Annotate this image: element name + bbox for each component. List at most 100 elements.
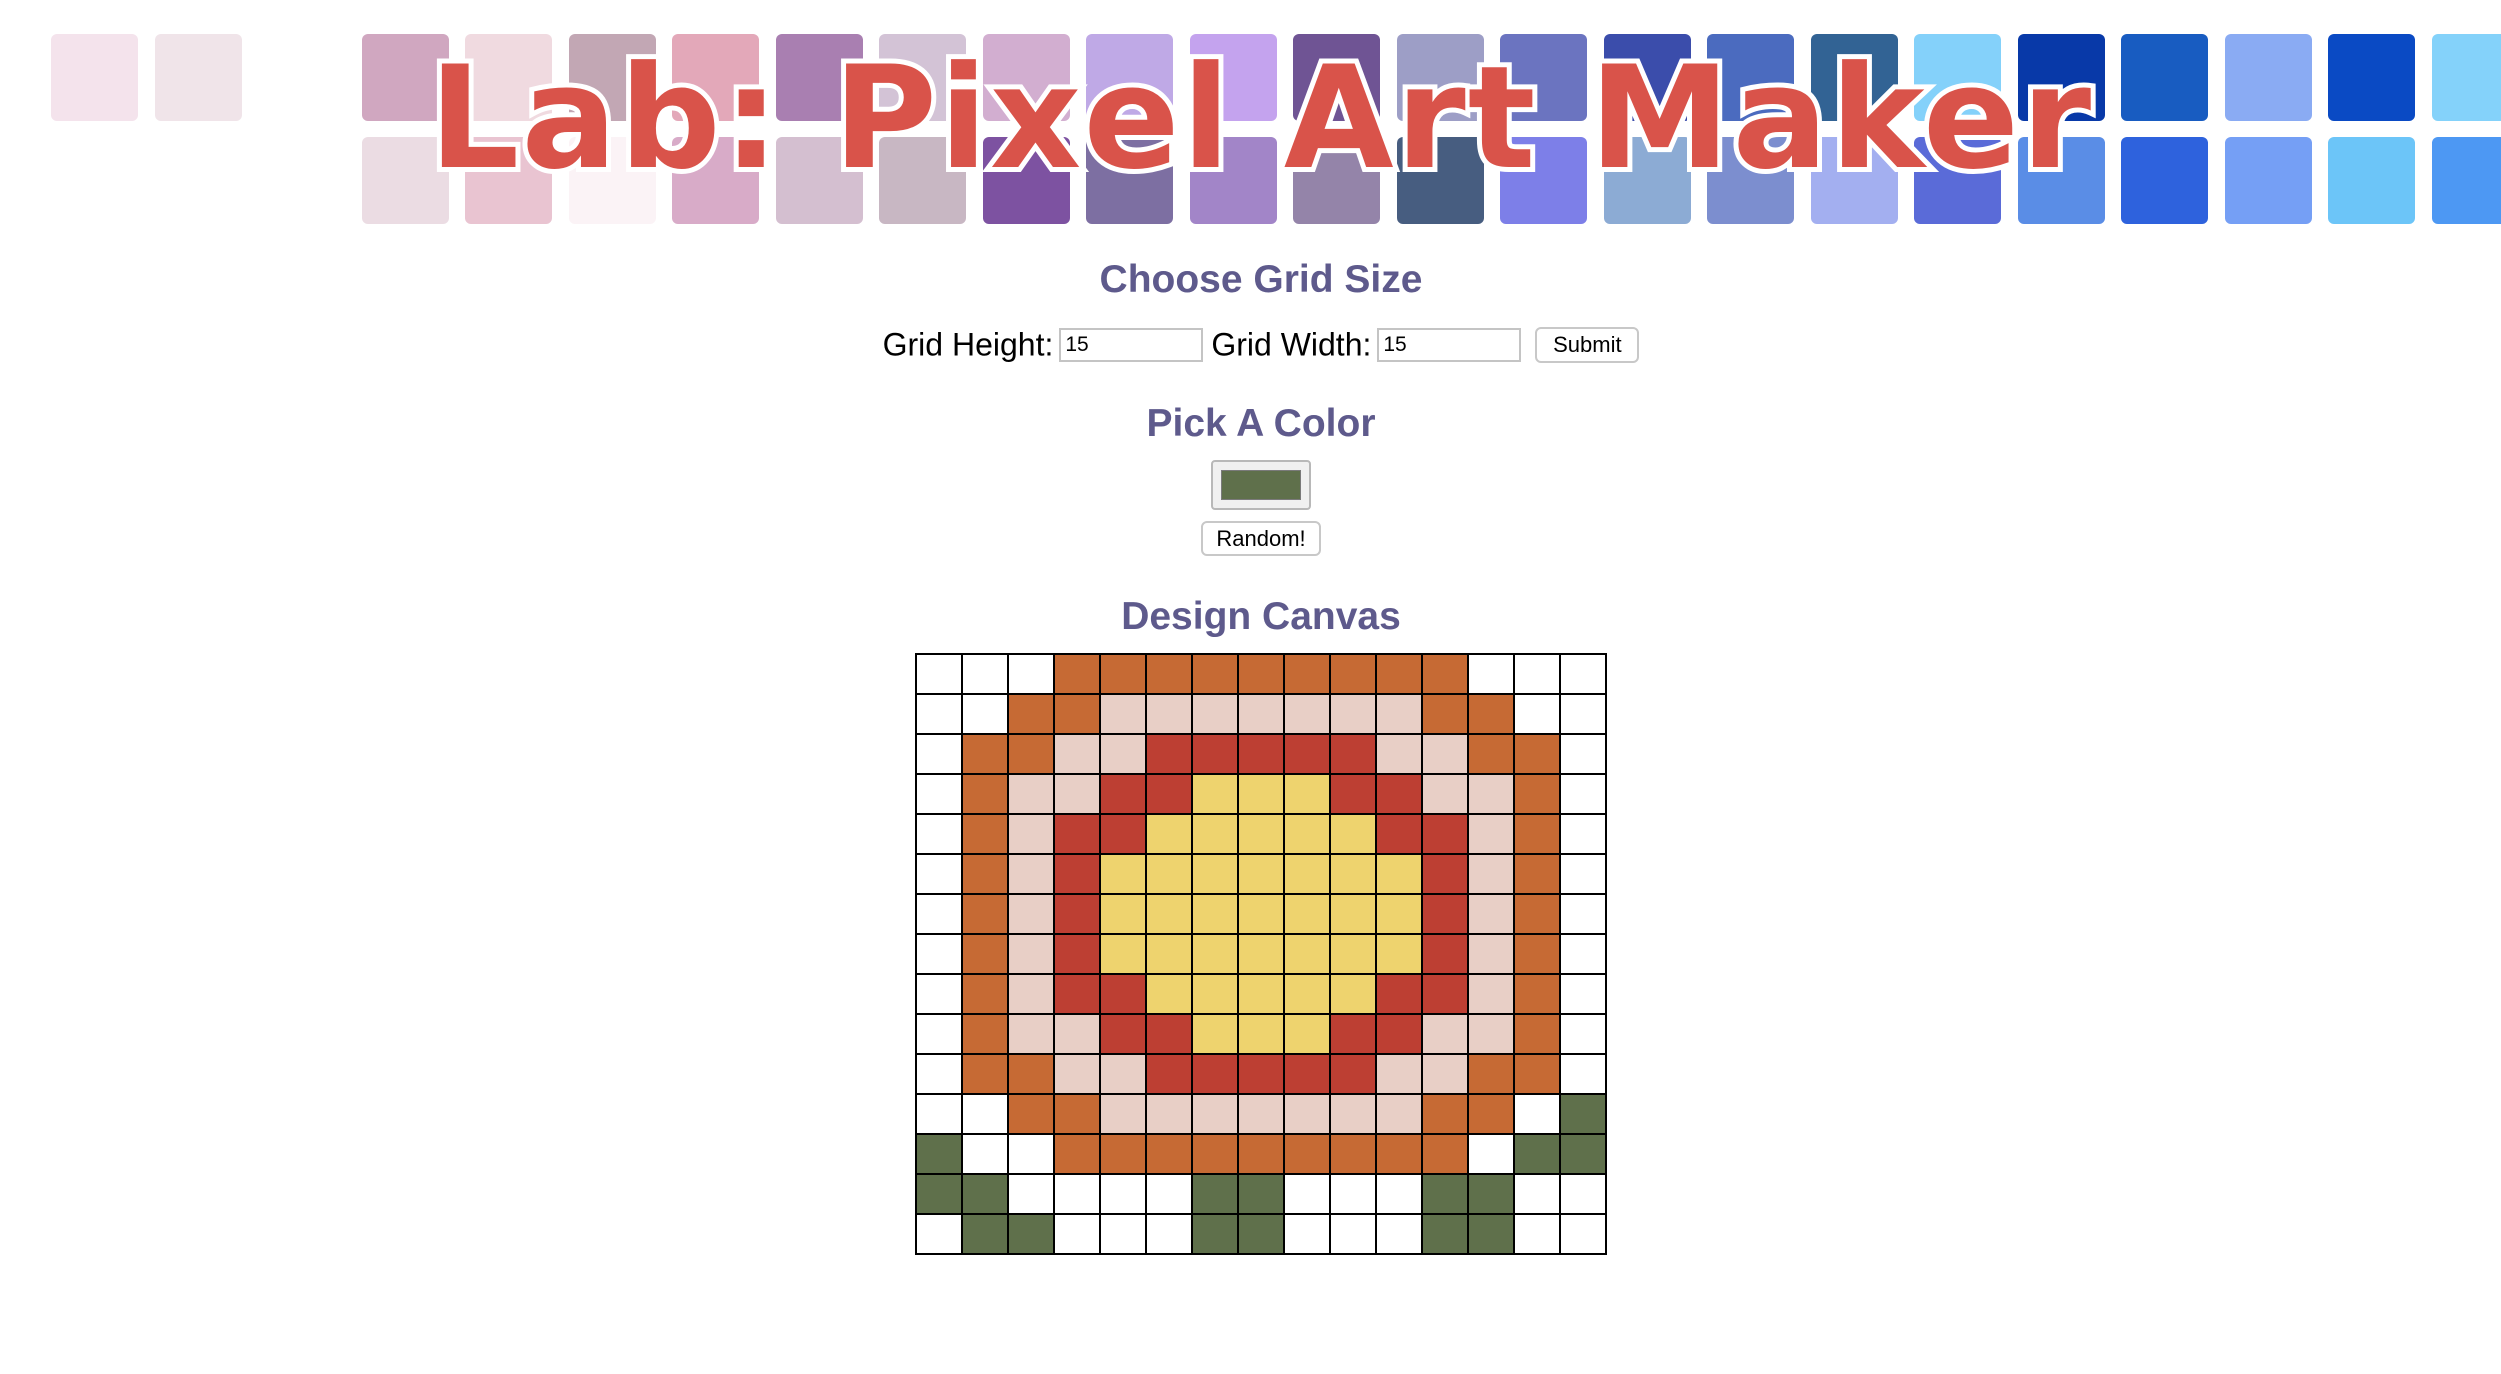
canvas-cell[interactable] xyxy=(1283,1093,1331,1135)
canvas-cell[interactable] xyxy=(1329,1213,1377,1255)
canvas-cell[interactable] xyxy=(1329,813,1377,855)
canvas-cell[interactable] xyxy=(1053,893,1101,935)
canvas-cell[interactable] xyxy=(1329,933,1377,975)
canvas-cell[interactable] xyxy=(1559,1053,1607,1095)
canvas-cell[interactable] xyxy=(1099,1213,1147,1255)
canvas-cell[interactable] xyxy=(915,853,963,895)
canvas-cell[interactable] xyxy=(915,1053,963,1095)
canvas-cell[interactable] xyxy=(1007,853,1055,895)
canvas-cell[interactable] xyxy=(1053,973,1101,1015)
canvas-cell[interactable] xyxy=(961,933,1009,975)
canvas-cell[interactable] xyxy=(1191,933,1239,975)
canvas-cell[interactable] xyxy=(1421,893,1469,935)
canvas-cell[interactable] xyxy=(961,1213,1009,1255)
canvas-cell[interactable] xyxy=(1467,773,1515,815)
canvas-cell[interactable] xyxy=(1375,1213,1423,1255)
canvas-cell[interactable] xyxy=(1145,1173,1193,1215)
canvas-cell[interactable] xyxy=(1421,1133,1469,1175)
canvas-cell[interactable] xyxy=(1145,1133,1193,1175)
canvas-cell[interactable] xyxy=(915,933,963,975)
canvas-cell[interactable] xyxy=(961,973,1009,1015)
canvas-cell[interactable] xyxy=(1559,733,1607,775)
canvas-cell[interactable] xyxy=(1053,1093,1101,1135)
canvas-cell[interactable] xyxy=(915,1093,963,1135)
canvas-cell[interactable] xyxy=(1237,893,1285,935)
canvas-cell[interactable] xyxy=(1513,1093,1561,1135)
canvas-cell[interactable] xyxy=(961,1173,1009,1215)
canvas-cell[interactable] xyxy=(1467,1093,1515,1135)
canvas-cell[interactable] xyxy=(1191,853,1239,895)
canvas-cell[interactable] xyxy=(1007,1173,1055,1215)
canvas-cell[interactable] xyxy=(1053,1133,1101,1175)
canvas-cell[interactable] xyxy=(1191,733,1239,775)
canvas-cell[interactable] xyxy=(1099,813,1147,855)
canvas-cell[interactable] xyxy=(1283,893,1331,935)
canvas-cell[interactable] xyxy=(1513,1173,1561,1215)
canvas-cell[interactable] xyxy=(1053,653,1101,695)
canvas-cell[interactable] xyxy=(1237,1053,1285,1095)
canvas-cell[interactable] xyxy=(1007,933,1055,975)
canvas-cell[interactable] xyxy=(1099,1133,1147,1175)
canvas-cell[interactable] xyxy=(1007,973,1055,1015)
canvas-cell[interactable] xyxy=(1375,693,1423,735)
canvas-cell[interactable] xyxy=(1421,653,1469,695)
canvas-cell[interactable] xyxy=(1145,733,1193,775)
canvas-cell[interactable] xyxy=(961,1013,1009,1055)
canvas-cell[interactable] xyxy=(1099,773,1147,815)
canvas-cell[interactable] xyxy=(1283,1053,1331,1095)
canvas-cell[interactable] xyxy=(1237,1093,1285,1135)
canvas-cell[interactable] xyxy=(961,1093,1009,1135)
canvas-cell[interactable] xyxy=(1283,773,1331,815)
canvas-cell[interactable] xyxy=(1513,773,1561,815)
canvas-cell[interactable] xyxy=(1467,973,1515,1015)
canvas-cell[interactable] xyxy=(915,973,963,1015)
canvas-cell[interactable] xyxy=(1513,813,1561,855)
canvas-cell[interactable] xyxy=(1283,733,1331,775)
canvas-cell[interactable] xyxy=(1145,893,1193,935)
canvas-cell[interactable] xyxy=(915,1133,963,1175)
canvas-cell[interactable] xyxy=(1467,853,1515,895)
canvas-cell[interactable] xyxy=(1053,853,1101,895)
canvas-cell[interactable] xyxy=(1329,853,1377,895)
canvas-cell[interactable] xyxy=(961,1053,1009,1095)
canvas-cell[interactable] xyxy=(1283,693,1331,735)
canvas-cell[interactable] xyxy=(1237,773,1285,815)
canvas-cell[interactable] xyxy=(1283,813,1331,855)
canvas-cell[interactable] xyxy=(1375,1173,1423,1215)
canvas-cell[interactable] xyxy=(1191,973,1239,1015)
canvas-cell[interactable] xyxy=(1421,1093,1469,1135)
canvas-cell[interactable] xyxy=(1099,973,1147,1015)
canvas-cell[interactable] xyxy=(1467,1133,1515,1175)
canvas-cell[interactable] xyxy=(1513,973,1561,1015)
canvas-cell[interactable] xyxy=(1329,653,1377,695)
canvas-cell[interactable] xyxy=(1053,693,1101,735)
canvas-cell[interactable] xyxy=(1375,853,1423,895)
canvas-cell[interactable] xyxy=(1467,733,1515,775)
canvas-cell[interactable] xyxy=(1513,893,1561,935)
canvas-cell[interactable] xyxy=(1191,1173,1239,1215)
canvas-cell[interactable] xyxy=(915,893,963,935)
canvas-cell[interactable] xyxy=(1421,1013,1469,1055)
canvas-cell[interactable] xyxy=(1191,1093,1239,1135)
canvas-cell[interactable] xyxy=(1467,933,1515,975)
canvas-cell[interactable] xyxy=(915,1173,963,1215)
canvas-cell[interactable] xyxy=(1099,1173,1147,1215)
canvas-cell[interactable] xyxy=(1145,1093,1193,1135)
canvas-cell[interactable] xyxy=(1283,973,1331,1015)
canvas-cell[interactable] xyxy=(1375,933,1423,975)
canvas-cell[interactable] xyxy=(1007,1013,1055,1055)
canvas-cell[interactable] xyxy=(915,1013,963,1055)
canvas-cell[interactable] xyxy=(1421,1173,1469,1215)
canvas-cell[interactable] xyxy=(1375,813,1423,855)
canvas-cell[interactable] xyxy=(1467,1213,1515,1255)
canvas-cell[interactable] xyxy=(1421,693,1469,735)
canvas-cell[interactable] xyxy=(1237,653,1285,695)
canvas-cell[interactable] xyxy=(1559,813,1607,855)
canvas-cell[interactable] xyxy=(1329,693,1377,735)
canvas-cell[interactable] xyxy=(1283,853,1331,895)
canvas-cell[interactable] xyxy=(1007,1133,1055,1175)
canvas-cell[interactable] xyxy=(1375,733,1423,775)
canvas-cell[interactable] xyxy=(1467,1173,1515,1215)
canvas-cell[interactable] xyxy=(1467,893,1515,935)
canvas-cell[interactable] xyxy=(1145,773,1193,815)
